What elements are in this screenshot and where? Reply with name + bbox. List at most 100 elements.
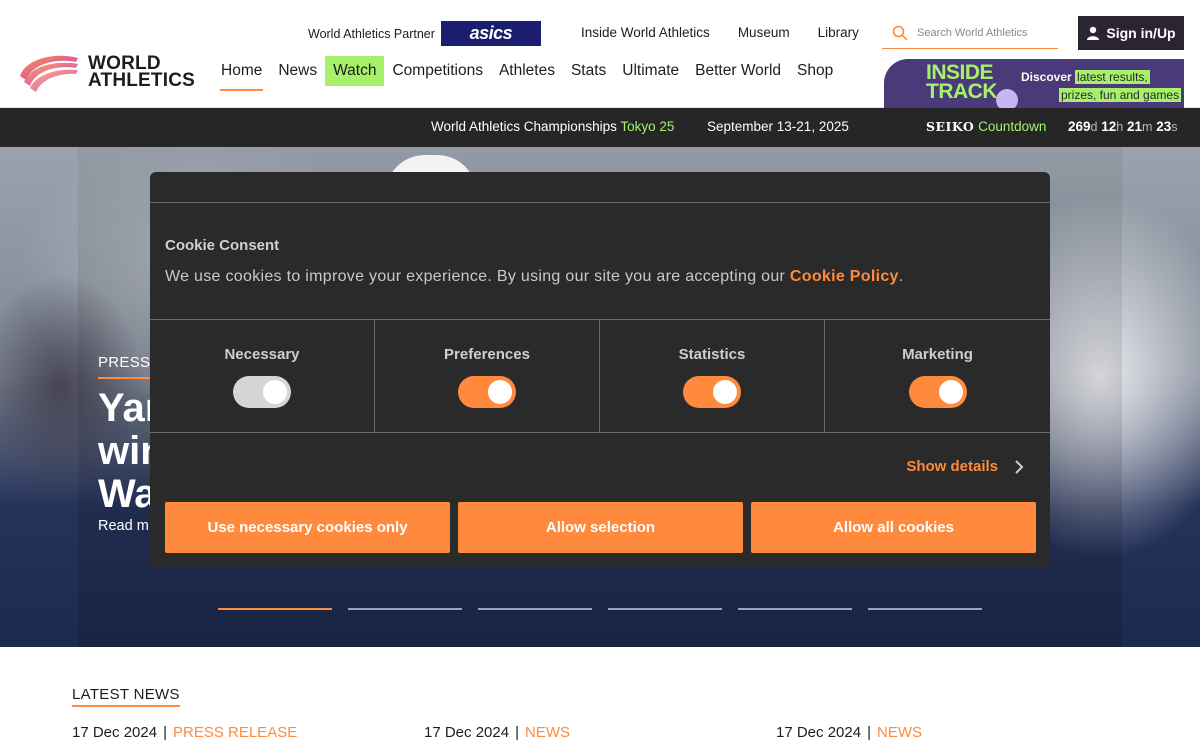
countdown-hours: 12 — [1101, 119, 1117, 134]
cookie-actions: Use necessary cookies only Allow selecti… — [165, 502, 1036, 553]
nav-home[interactable]: Home — [213, 56, 270, 91]
carousel-dot-4[interactable] — [608, 608, 722, 610]
carousel-dot-2[interactable] — [348, 608, 462, 610]
category-marketing: Marketing — [825, 320, 1050, 433]
days-unit: d — [1090, 120, 1098, 134]
news-category[interactable]: PRESS RELEASE — [173, 724, 297, 740]
link-library[interactable]: Library — [818, 25, 859, 40]
necessary-toggle — [233, 376, 291, 408]
preferences-toggle[interactable] — [458, 376, 516, 408]
nav-stats[interactable]: Stats — [563, 56, 614, 86]
news-date: 17 Dec 2024 — [776, 724, 862, 740]
cookie-title: Cookie Consent — [165, 237, 280, 254]
chevron-right-icon — [1015, 459, 1024, 474]
cookie-description-text: We use cookies to improve your experienc… — [165, 268, 786, 285]
show-details-link[interactable]: Show details — [906, 458, 1024, 475]
allow-all-button[interactable]: Allow all cookies — [751, 502, 1036, 553]
nav-news[interactable]: News — [270, 56, 325, 86]
seiko-logo: SEIKO — [926, 119, 975, 134]
news-category[interactable]: NEWS — [525, 724, 570, 740]
search-box[interactable] — [882, 17, 1058, 49]
nav-better-world[interactable]: Better World — [687, 56, 789, 86]
countdown-seconds: 23 — [1156, 119, 1172, 134]
promo-discover: Discover — [1021, 70, 1072, 84]
hours-unit: h — [1116, 120, 1124, 134]
news-item-meta: 17 Dec 2024 | NEWS — [424, 724, 570, 740]
nav-competitions[interactable]: Competitions — [384, 56, 490, 86]
category-necessary: Necessary — [150, 320, 375, 433]
allow-selection-button[interactable]: Allow selection — [458, 502, 743, 553]
category-label: Necessary — [224, 346, 300, 363]
news-category[interactable]: NEWS — [877, 724, 922, 740]
inside-track-line-2: TRACK — [926, 80, 998, 103]
sign-in-label: Sign in/Up — [1106, 25, 1176, 41]
sign-in-button[interactable]: Sign in/Up — [1078, 16, 1184, 50]
necessary-only-button[interactable]: Use necessary cookies only — [165, 502, 450, 553]
logo-line-2: ATHLETICS — [88, 70, 195, 91]
dialog-divider-bottom — [150, 432, 1050, 433]
world-athletics-logo[interactable]: WORLD ATHLETICS — [16, 50, 206, 94]
utility-links: Inside World Athletics Museum Library — [581, 25, 887, 40]
cookie-consent-dialog: Cookie Consent We use cookies to improve… — [150, 172, 1050, 568]
championship-city: Tokyo 25 — [620, 119, 675, 134]
logo-wordmark: WORLD ATHLETICS — [88, 54, 195, 91]
category-label: Marketing — [902, 346, 973, 363]
carousel-dot-1[interactable] — [218, 608, 332, 610]
cookie-period: . — [898, 268, 904, 285]
minutes-unit: m — [1142, 120, 1153, 134]
main-nav: Home News Watch Competitions Athletes St… — [213, 56, 841, 91]
promo-highlight-1: latest results, — [1075, 70, 1150, 84]
nav-shop[interactable]: Shop — [789, 56, 841, 86]
show-details-label: Show details — [906, 458, 998, 475]
countdown-timer: 269d 12h 21m 23s — [1068, 119, 1178, 134]
news-date: 17 Dec 2024 — [424, 724, 510, 740]
inside-track-text: Discover latest results, prizes, fun and… — [1021, 68, 1182, 104]
nav-watch[interactable]: Watch — [325, 56, 385, 86]
seiko-countdown-label: SEIKO Countdown — [926, 119, 1046, 134]
championship-dates: September 13-21, 2025 — [707, 119, 849, 134]
partner-label: World Athletics Partner — [308, 26, 435, 41]
nav-ultimate[interactable]: Ultimate — [614, 56, 687, 86]
link-museum[interactable]: Museum — [738, 25, 790, 40]
promo-highlight-2: prizes, fun and games — [1059, 88, 1182, 102]
latest-news-heading: LATEST NEWS — [72, 686, 180, 707]
carousel-dot-3[interactable] — [478, 608, 592, 610]
cookie-policy-link[interactable]: Cookie Policy — [790, 268, 899, 285]
category-preferences: Preferences — [375, 320, 600, 433]
site-header: WORLD ATHLETICS World Athletics Partner … — [0, 0, 1200, 108]
asics-logo-text: asics — [469, 23, 513, 43]
carousel-dot-5[interactable] — [738, 608, 852, 610]
news-date: 17 Dec 2024 — [72, 724, 158, 740]
news-item-meta: 17 Dec 2024 | PRESS RELEASE — [72, 724, 298, 740]
partner-block: World Athletics Partner asics — [308, 21, 541, 46]
hero-category: PRESS — [98, 354, 151, 379]
carousel-dot-6[interactable] — [868, 608, 982, 610]
user-icon — [1087, 26, 1100, 40]
championship-prefix: World Athletics Championships — [431, 119, 617, 134]
link-inside-world-athletics[interactable]: Inside World Athletics — [581, 25, 710, 40]
championship-title[interactable]: World Athletics Championships Tokyo 25 — [431, 119, 674, 134]
marketing-toggle[interactable] — [908, 376, 967, 408]
category-label: Preferences — [444, 346, 530, 363]
championships-ticker: World Athletics Championships Tokyo 25 S… — [0, 108, 1200, 147]
dialog-divider-top — [150, 202, 1050, 203]
cookie-description: We use cookies to improve your experienc… — [165, 268, 904, 286]
news-item-meta: 17 Dec 2024 | NEWS — [776, 724, 922, 740]
carousel-pager — [218, 608, 982, 610]
statistics-toggle[interactable] — [683, 376, 741, 408]
promo-dot-decoration — [996, 89, 1018, 108]
inside-track-logo: INSIDE TRACK — [926, 62, 998, 103]
cookie-categories: Necessary Preferences Statistics Marketi… — [150, 320, 1050, 433]
nav-athletes[interactable]: Athletes — [491, 56, 563, 86]
inside-track-promo[interactable]: INSIDE TRACK Discover latest results, pr… — [884, 59, 1184, 108]
asics-logo[interactable]: asics — [440, 21, 541, 46]
seconds-unit: s — [1171, 120, 1178, 134]
search-input[interactable] — [917, 26, 1057, 39]
hero-read-more[interactable]: Read m — [98, 518, 158, 534]
countdown-label: Countdown — [978, 119, 1047, 134]
countdown-days: 269 — [1068, 119, 1091, 134]
world-athletics-logo-icon — [20, 55, 78, 92]
search-icon — [892, 25, 908, 41]
category-statistics: Statistics — [600, 320, 825, 433]
countdown-minutes: 21 — [1127, 119, 1143, 134]
